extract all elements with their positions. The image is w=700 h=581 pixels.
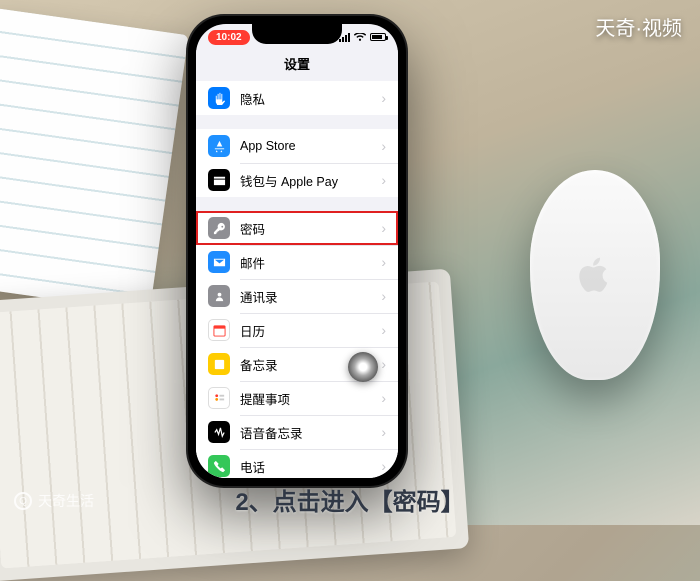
status-time-recording: 10:02 [208, 30, 250, 45]
apple-logo-icon [577, 257, 613, 293]
watermark-bottom-left: Q 天奇生活 [14, 491, 94, 511]
watermark-logo-icon: Q [14, 492, 32, 510]
calendar-icon [208, 319, 230, 341]
voice-icon [208, 421, 230, 443]
settings-group: 隐私 › [196, 81, 398, 115]
chevron-right-icon: › [381, 424, 386, 440]
chevron-right-icon: › [381, 390, 386, 406]
chevron-right-icon: › [381, 254, 386, 270]
settings-row-label: App Store [240, 139, 375, 153]
phone-frame: 10:02 设置 隐私›App Store›钱包与 Apple Pay›密码›邮… [188, 16, 406, 486]
watermark-bottom-text: 天奇生活 [38, 491, 94, 511]
settings-row-mail[interactable]: 邮件 › [196, 245, 398, 279]
settings-row-label: 钱包与 Apple Pay [240, 171, 375, 190]
chevron-right-icon: › [381, 172, 386, 188]
settings-row-label: 密码 [240, 219, 375, 238]
assistive-touch-button[interactable] [348, 352, 378, 382]
wifi-icon [354, 33, 366, 42]
phone-icon [208, 455, 230, 477]
contacts-icon [208, 285, 230, 307]
appstore-icon [208, 135, 230, 157]
chevron-right-icon: › [381, 90, 386, 106]
wallet-icon [208, 169, 230, 191]
settings-row-appstore[interactable]: App Store › [196, 129, 398, 163]
settings-group: 密码›邮件›通讯录›日历›备忘录›提醒事项›语音备忘录›电话›信息›FaceTi… [196, 211, 398, 478]
settings-row-wallet[interactable]: 钱包与 Apple Pay › [196, 163, 398, 197]
notes-icon [208, 353, 230, 375]
settings-row-hand[interactable]: 隐私 › [196, 81, 398, 115]
settings-row-key[interactable]: 密码 › [196, 211, 398, 245]
battery-icon [370, 33, 386, 41]
chevron-right-icon: › [381, 288, 386, 304]
chevron-right-icon: › [381, 138, 386, 154]
tutorial-caption: 2、点击进入【密码】 [235, 482, 464, 517]
phone-screen: 10:02 设置 隐私›App Store›钱包与 Apple Pay›密码›邮… [196, 24, 398, 478]
phone-notch [252, 24, 342, 44]
watermark-top-right: 天奇·视频 [595, 12, 682, 41]
settings-row-label: 提醒事项 [240, 389, 375, 408]
settings-row-phone[interactable]: 电话 › [196, 449, 398, 478]
settings-row-label: 隐私 [240, 89, 375, 108]
reminders-icon [208, 387, 230, 409]
chevron-right-icon: › [381, 220, 386, 236]
chevron-right-icon: › [381, 322, 386, 338]
settings-row-contacts[interactable]: 通讯录 › [196, 279, 398, 313]
nav-title: 设置 [196, 50, 398, 81]
hand-icon [208, 87, 230, 109]
settings-group: App Store › 钱包与 Apple Pay › [196, 129, 398, 197]
settings-list[interactable]: 隐私 › App Store › 钱包与 Apple Pay › 密码 › 邮件 › 通讯录 › 日历 ›… [196, 81, 398, 478]
settings-row-label: 语音备忘录 [240, 423, 375, 442]
settings-row-calendar[interactable]: 日历 › [196, 313, 398, 347]
background-mouse [530, 170, 660, 380]
key-icon [208, 217, 230, 239]
chevron-right-icon: › [381, 458, 386, 474]
settings-row-label: 邮件 [240, 253, 375, 272]
settings-row-label: 电话 [240, 457, 375, 476]
status-right [339, 33, 386, 42]
settings-row-voice[interactable]: 语音备忘录 › [196, 415, 398, 449]
chevron-right-icon: › [381, 356, 386, 372]
mail-icon [208, 251, 230, 273]
settings-row-label: 日历 [240, 321, 375, 340]
settings-row-label: 通讯录 [240, 287, 375, 306]
settings-row-reminders[interactable]: 提醒事项 › [196, 381, 398, 415]
